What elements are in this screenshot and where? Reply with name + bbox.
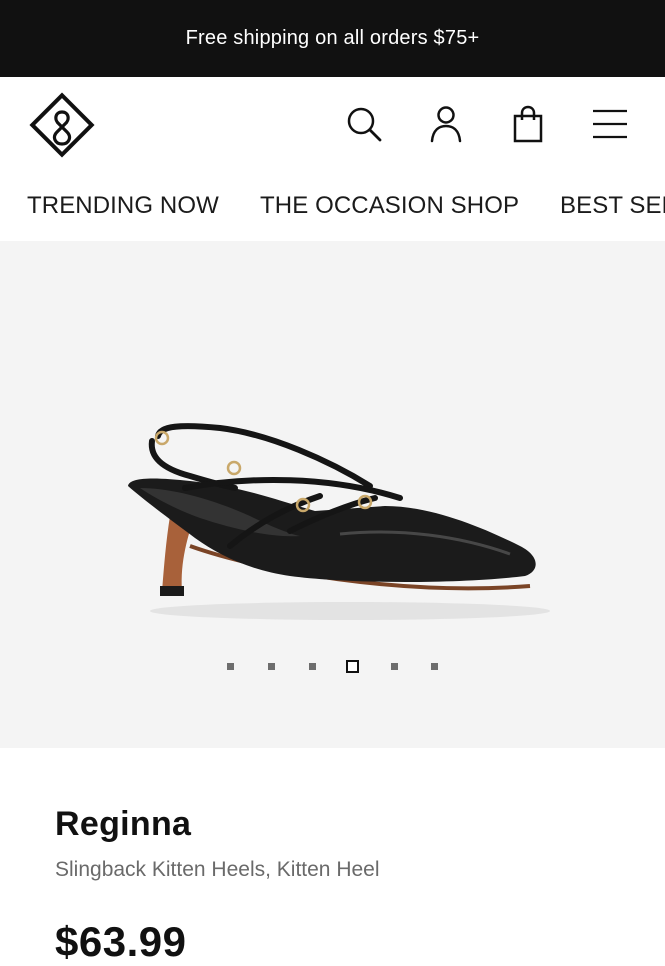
account-button[interactable] [426,104,466,144]
category-nav: TRENDING NOW THE OCCASION SHOP BEST SELL… [0,175,665,242]
gallery-dot[interactable] [391,663,398,670]
brand-logo[interactable] [27,90,97,160]
product-image [128,423,550,620]
promo-text: Free shipping on all orders $75+ [185,27,480,49]
nav-item-occasion-shop[interactable]: THE OCCASION SHOP [260,192,519,220]
nav-item-best-sellers[interactable]: BEST SELLERS [560,192,665,220]
cart-button[interactable] [508,104,548,144]
gallery-dot[interactable] [227,663,234,670]
gallery-dot[interactable] [309,663,316,670]
bag-icon [513,105,543,143]
search-button[interactable] [344,104,384,144]
gallery-dot[interactable] [431,663,438,670]
menu-button[interactable] [590,104,630,144]
product-price: $63.99 [55,918,187,965]
product-subtitle: Slingback Kitten Heels, Kitten Heel [55,858,380,881]
account-icon [430,106,462,143]
site-header [0,77,665,175]
menu-icon [593,109,627,139]
product-image-gallery[interactable] [0,241,665,748]
product-name: Reginna [55,805,192,843]
search-icon [347,107,382,142]
nav-item-trending-now[interactable]: TRENDING NOW [27,192,219,220]
brand-diamond-logo-icon [29,92,95,158]
product-info: Reginna Slingback Kitten Heels, Kitten H… [0,748,665,965]
gallery-dot-active[interactable] [346,660,359,673]
gallery-pagination [0,660,665,674]
promo-bar: Free shipping on all orders $75+ [0,0,665,77]
gallery-dot[interactable] [268,663,275,670]
